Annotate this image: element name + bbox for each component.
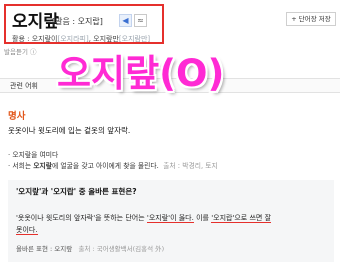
definition-text: 웃옷이나 윗도리에 입는 겉옷의 앞자락. bbox=[8, 126, 131, 135]
correct-spelling-overlay: 오지랖(O) bbox=[57, 52, 225, 95]
pronunciation-link[interactable]: 발음듣기 ⓘ bbox=[4, 46, 37, 56]
faq-question: '오지랖'과 '오지랍' 중 올바른 표현은? bbox=[16, 187, 137, 196]
tab-related-words[interactable]: 관련 어휘 bbox=[10, 81, 38, 91]
example-2: · 서희는 오지랖에 얼굴을 갖고 아이에게 찾을 물린다. 출처 : 박경리,… bbox=[8, 162, 218, 170]
speaker-wave-icon[interactable]: ≈ bbox=[134, 14, 147, 27]
save-to-wordbook-button[interactable]: + 단어장 저장 bbox=[286, 12, 336, 26]
conjugation-1[interactable]: 오지랖이 bbox=[32, 35, 58, 43]
example-1: · 오지랖을 여미다 bbox=[8, 151, 59, 159]
pronunciation: [발음 : 오지랍] bbox=[52, 17, 103, 26]
speaker-icon[interactable]: ◀ bbox=[119, 14, 132, 27]
headword-box: 오지랖 [발음 : 오지랍] ◀ ≈ 활용 : 오지랖이[오지라피], 오지랖만… bbox=[4, 4, 164, 44]
faq-footer: 올바른 표현 : 오지랖 출처 : 국어생활백서(김홍석 外) bbox=[16, 245, 165, 253]
conjugation: 활용 : 오지랖이[오지라피], 오지랖만[오지람만] bbox=[12, 35, 151, 43]
conjugation-2[interactable]: 오지랖만 bbox=[93, 35, 119, 43]
faq-answer: '옷옷이나 윗도리의 앞자락'을 뜻하는 단어는 '오지랖'이 옳다. 이를 '… bbox=[16, 214, 272, 235]
part-of-speech: 명사 bbox=[8, 111, 26, 122]
faq-box: '오지랖'과 '오지랍' 중 올바른 표현은? '옷옷이나 윗도리의 앞자락'을… bbox=[8, 180, 334, 262]
